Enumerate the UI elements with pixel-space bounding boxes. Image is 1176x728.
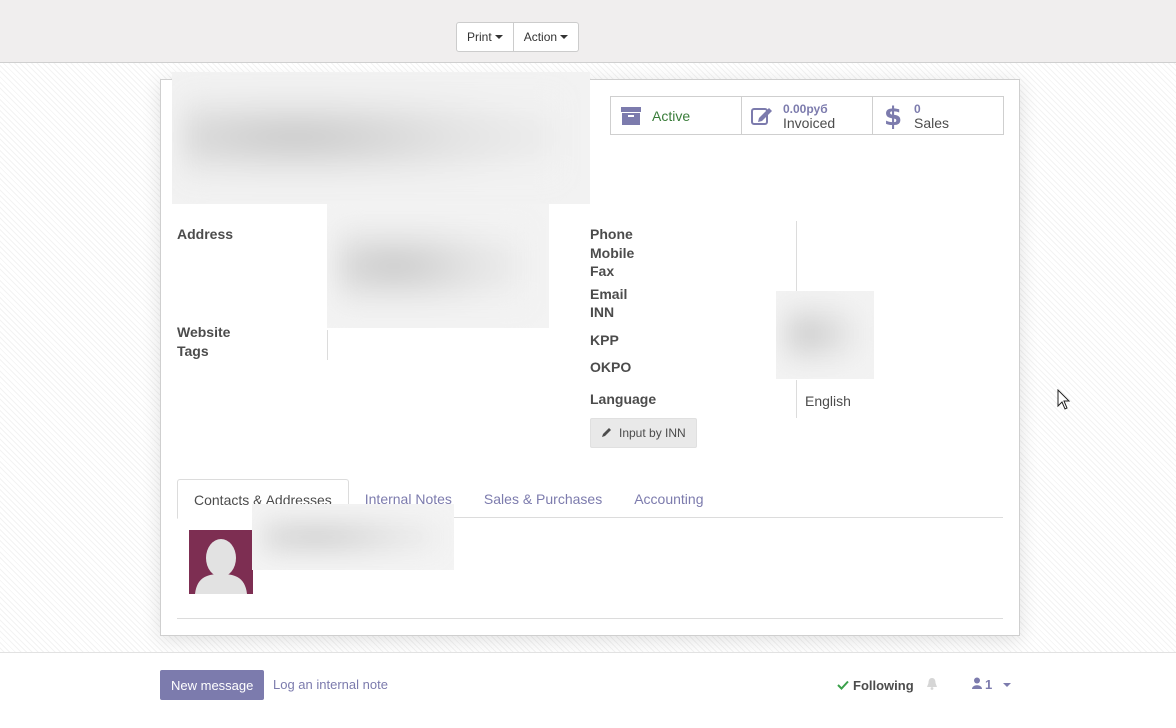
following-label: Following — [853, 677, 914, 693]
active-toggle-button[interactable]: Active — [611, 97, 742, 134]
caret-down-icon — [494, 35, 503, 39]
fax-label: Fax — [590, 263, 615, 279]
phone-label: Phone — [590, 226, 633, 242]
control-panel: Print Action — [0, 0, 1176, 63]
dollar-icon: $ — [880, 103, 906, 129]
invoiced-label: Invoiced — [783, 114, 836, 131]
tags-label: Tags — [177, 343, 209, 359]
caret-down-icon — [560, 35, 569, 39]
website-label: Website — [177, 324, 231, 340]
active-label: Active — [652, 107, 691, 124]
email-label: Email — [590, 286, 628, 302]
print-button[interactable]: Print — [456, 22, 514, 52]
new-message-button[interactable]: New message — [160, 670, 265, 700]
person-silhouette-icon — [195, 539, 247, 594]
input-by-inn-button[interactable]: Input by INN — [590, 418, 697, 448]
svg-text:$: $ — [884, 103, 902, 129]
action-button-label: Action — [523, 30, 558, 44]
pencil-icon — [601, 426, 613, 441]
kpp-label: KPP — [590, 332, 619, 348]
tab-accounting[interactable]: Accounting — [618, 479, 719, 519]
partner-header-redacted — [172, 72, 590, 204]
contact-values-redacted — [776, 291, 874, 379]
followers-count: 1 — [985, 677, 993, 692]
action-button[interactable]: Action — [513, 22, 580, 52]
sales-value: 0 — [914, 101, 921, 116]
log-internal-note-link[interactable]: Log an internal note — [273, 677, 388, 692]
edit-icon — [749, 103, 775, 129]
invoiced-value: 0.00руб — [783, 101, 828, 116]
okpo-label: OKPO — [590, 359, 632, 375]
toolbar-button-group: Print Action — [456, 22, 580, 52]
contact-name-redacted — [252, 504, 454, 570]
language-value: English — [805, 393, 851, 409]
inn-label: INN — [590, 304, 615, 320]
following-button[interactable]: Following — [837, 677, 938, 693]
smart-buttons: Active 0.00руб Invoiced $ 0 Sales — [610, 96, 1004, 135]
invoiced-button[interactable]: 0.00руб Invoiced — [742, 97, 873, 134]
archive-icon — [618, 103, 644, 129]
chatter-bar: New message Log an internal note Followi… — [0, 652, 1176, 728]
followers-button[interactable]: 1 — [972, 677, 1012, 692]
tab-sales-purchases[interactable]: Sales & Purchases — [468, 479, 618, 519]
print-button-label: Print — [467, 30, 492, 44]
sales-label: Sales — [914, 114, 950, 131]
sales-button[interactable]: $ 0 Sales — [873, 97, 1003, 134]
language-label: Language — [590, 391, 657, 407]
address-label: Address — [177, 226, 234, 242]
user-icon — [972, 677, 982, 692]
caret-down-icon — [1003, 682, 1012, 687]
mobile-label: Mobile — [590, 245, 635, 261]
input-by-inn-label: Input by INN — [619, 426, 686, 440]
bell-icon[interactable] — [926, 677, 938, 693]
mouse-cursor-icon — [1057, 388, 1071, 414]
check-icon — [837, 678, 849, 693]
form-sheet: Active 0.00руб Invoiced $ 0 Sales Addres… — [160, 72, 1020, 636]
contact-avatar[interactable] — [189, 530, 253, 594]
address-value-redacted — [327, 204, 549, 328]
